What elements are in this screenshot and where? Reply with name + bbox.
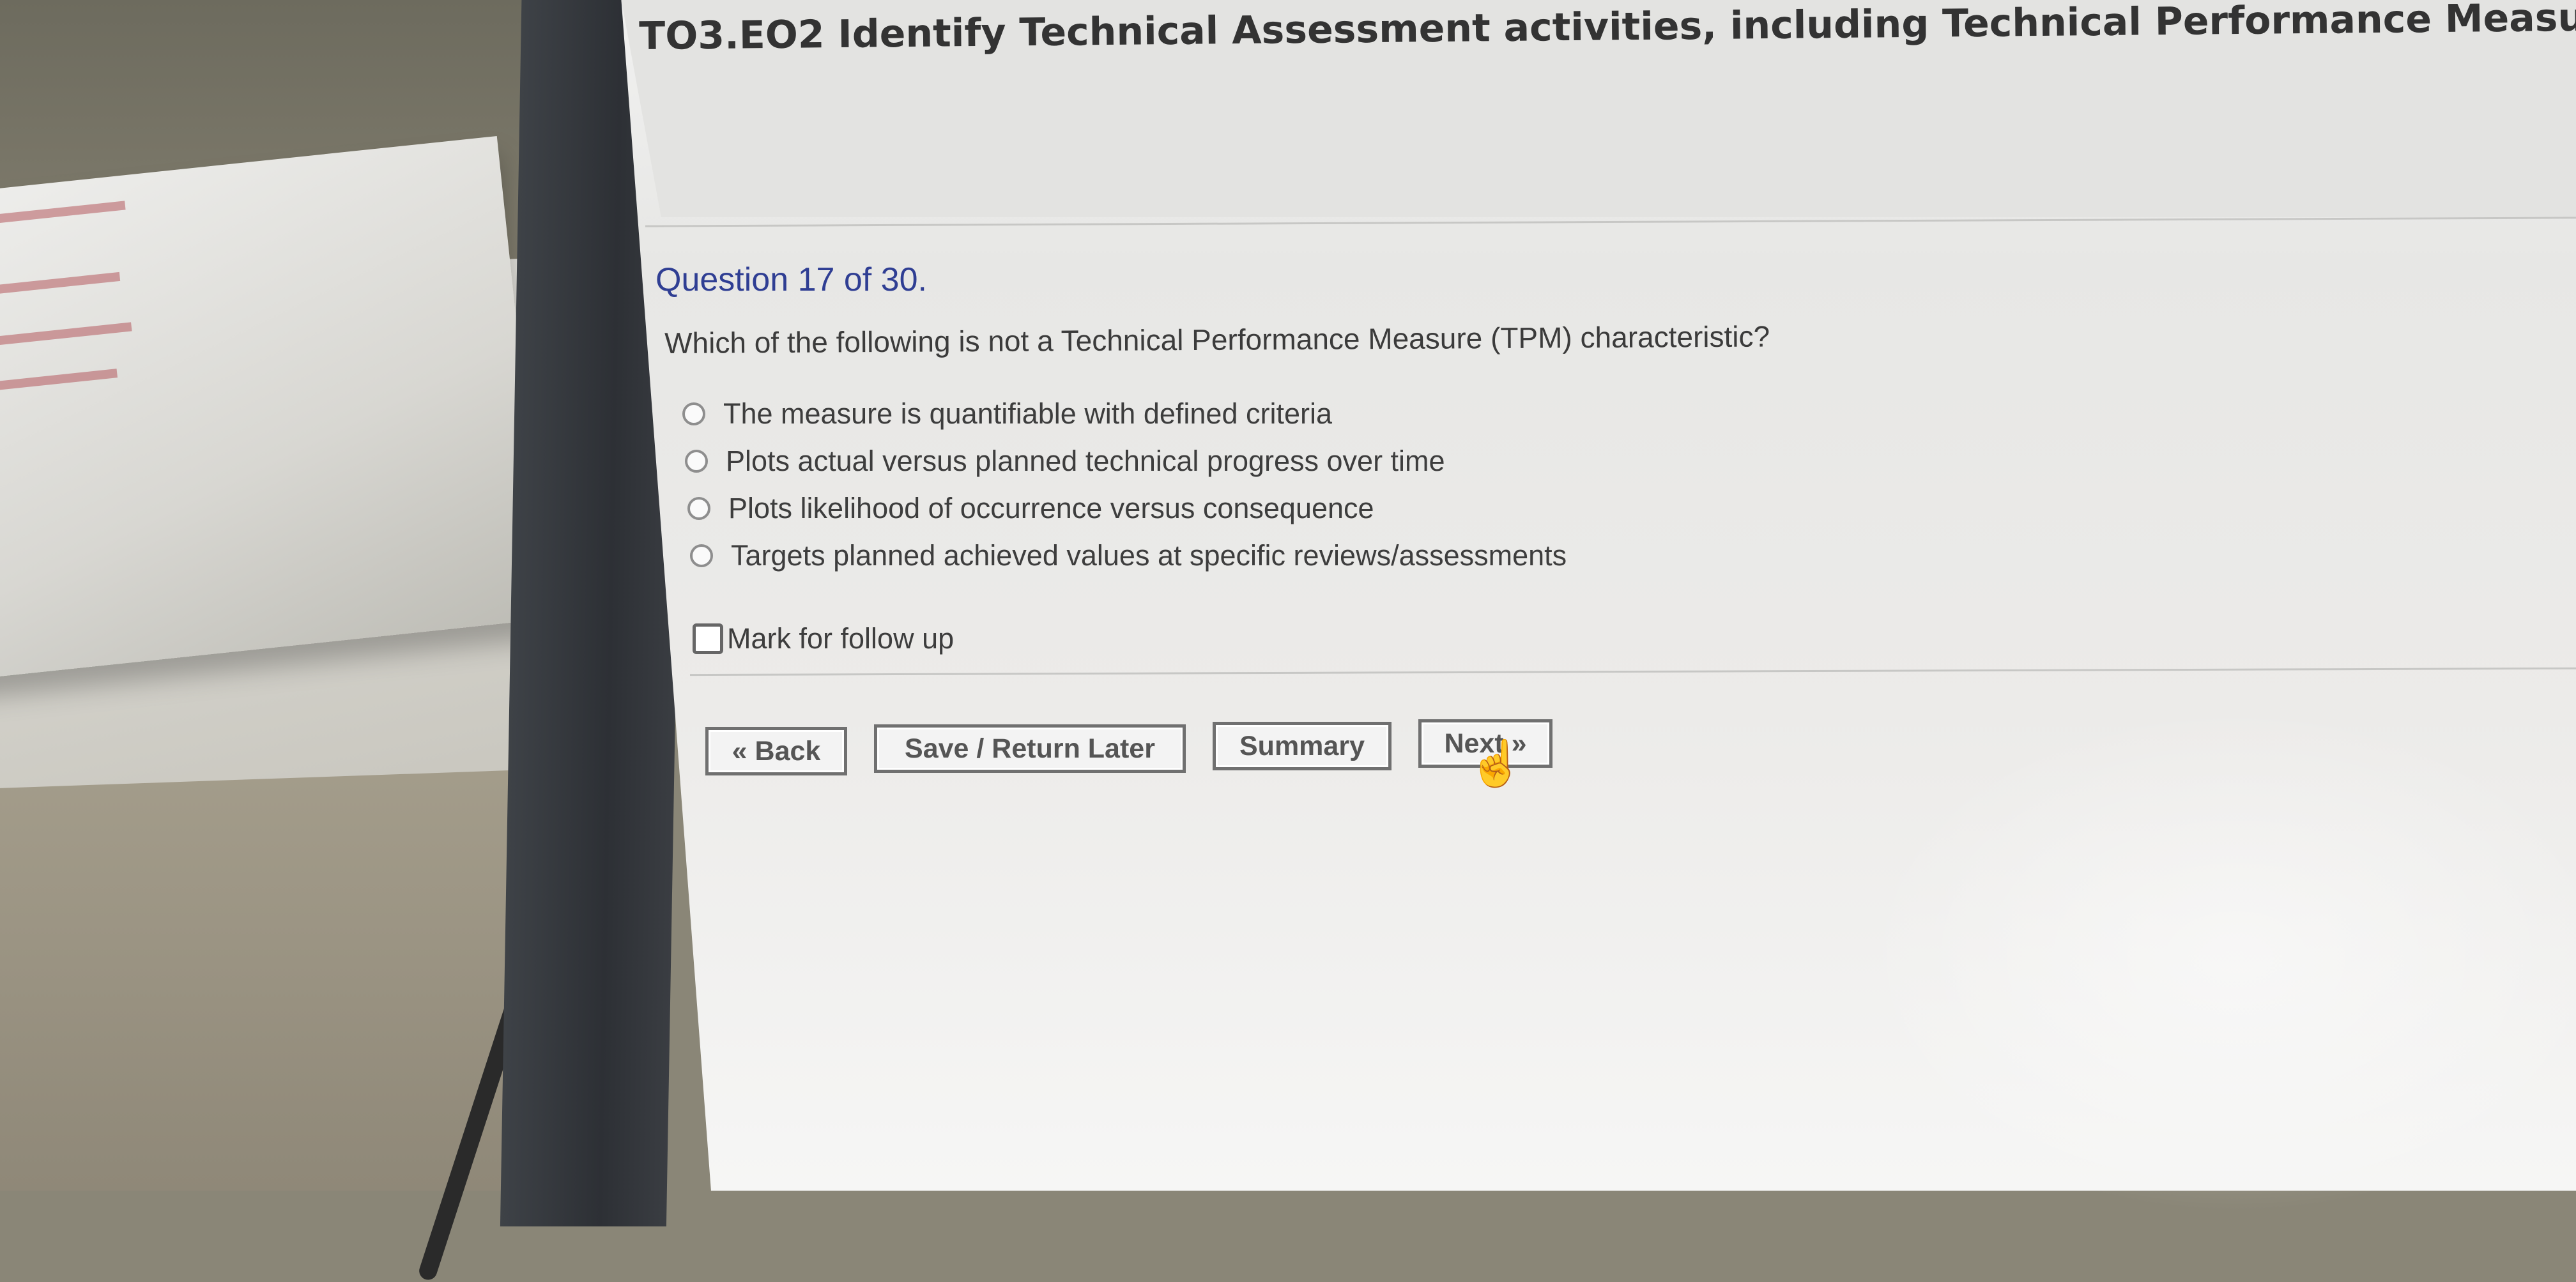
radio-button[interactable] [687,497,710,520]
screen-glare [1853,703,2576,1214]
back-button[interactable]: « Back [705,727,847,775]
follow-up-label: Mark for follow up [727,622,954,655]
radio-button[interactable] [690,544,713,567]
summary-button[interactable]: Summary [1213,722,1392,770]
question-text: Which of the following is not a Technica… [664,319,1770,360]
save-return-later-button[interactable]: Save / Return Later [874,724,1186,773]
question-counter: Question 17 of 30. [656,261,927,298]
follow-up-checkbox[interactable] [693,623,723,654]
answer-option[interactable]: The measure is quantifiable with defined… [682,397,1332,431]
paper-stack-upper [0,135,548,682]
answer-option-label: Targets planned achieved values at speci… [731,539,1567,572]
answer-option-label: Plots likelihood of occurrence versus co… [728,492,1374,524]
answer-option[interactable]: Plots actual versus planned technical pr… [685,445,1445,478]
answer-option[interactable]: Plots likelihood of occurrence versus co… [687,492,1374,525]
radio-button[interactable] [685,450,708,473]
radio-button[interactable] [682,402,705,425]
mark-follow-up[interactable]: Mark for follow up [693,622,954,655]
answer-option-label: Plots actual versus planned technical pr… [726,445,1445,477]
hand-pointer-icon: ☝ [1468,738,1524,788]
answer-option[interactable]: Targets planned achieved values at speci… [690,539,1567,572]
answer-option-label: The measure is quantifiable with defined… [723,397,1332,430]
